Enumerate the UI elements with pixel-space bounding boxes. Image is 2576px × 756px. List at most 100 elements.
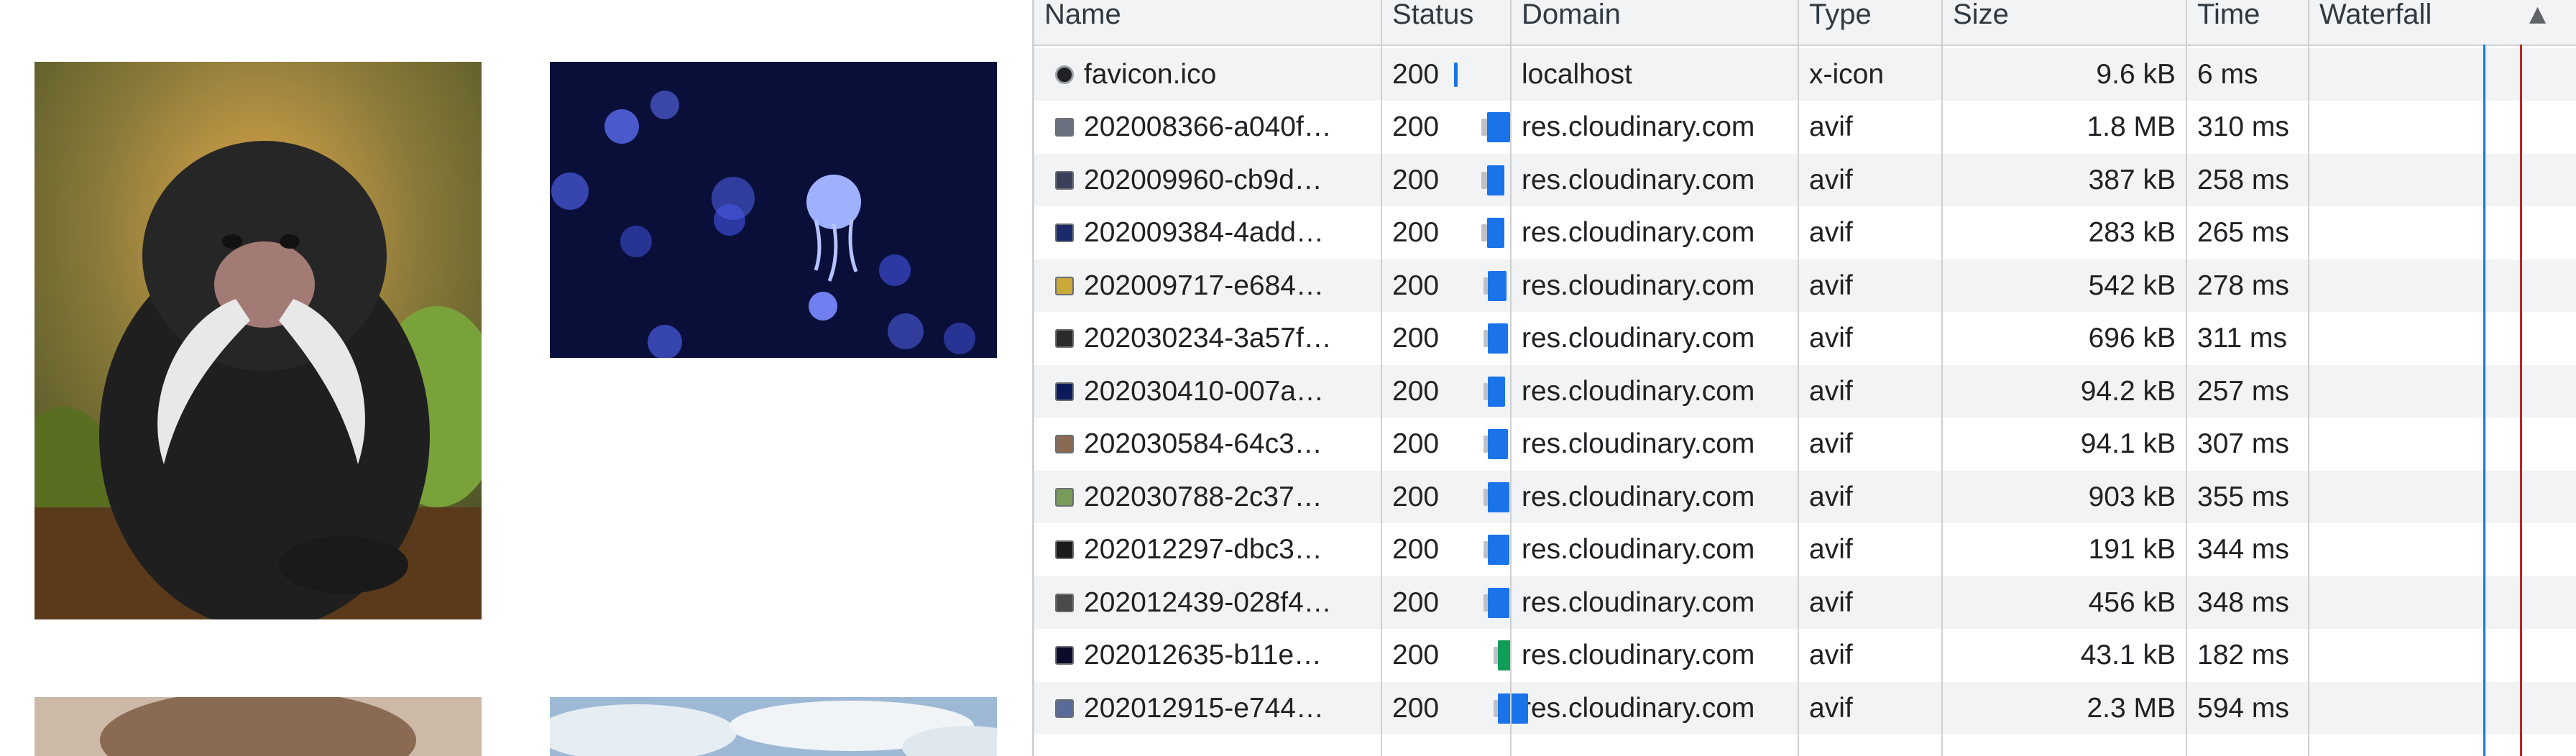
- waterfall-bar[interactable]: [1488, 270, 1506, 301]
- column-header-name[interactable]: Name: [1034, 0, 1381, 33]
- bottom-left-photo[interactable]: [34, 697, 482, 756]
- table-header: Name Status Domain Type Size Time Waterf…: [1034, 0, 2576, 46]
- table-row[interactable]: 202030788-2c37… 200 res.cloudinary.com avif…: [1034, 470, 2576, 523]
- waterfall-bar[interactable]: [1498, 693, 1528, 724]
- cell-time: 311 ms: [2197, 323, 2287, 354]
- cell-name: 202030788-2c37…: [1084, 481, 1322, 512]
- cell-domain: res.cloudinary.com: [1522, 375, 1755, 407]
- cell-size: 387 kB: [2088, 164, 2176, 195]
- waterfall-bar[interactable]: [1498, 640, 1511, 670]
- dom-content-loaded-line: [2483, 45, 2485, 756]
- monkey-photo[interactable]: [34, 62, 482, 619]
- cell-type: avif: [1809, 428, 1853, 459]
- cell-name: 202030234-3a57f…: [1084, 323, 1332, 354]
- table-row[interactable]: 202012439-028f4… 200 res.cloudinary.com avi…: [1034, 576, 2576, 629]
- image-thumbnail-icon: [1055, 276, 1074, 295]
- cell-time: 348 ms: [2197, 586, 2289, 618]
- column-header-type[interactable]: Type: [1799, 0, 1941, 33]
- waterfall-bar[interactable]: [1454, 62, 1458, 87]
- cell-name: 202012915-e744…: [1084, 692, 1324, 724]
- cell-size: 9.6 kB: [2096, 58, 2176, 90]
- image-thumbnail-icon: [1055, 646, 1074, 665]
- column-header-waterfall[interactable]: Waterfall: [2309, 0, 2547, 33]
- table-row[interactable]: 202030584-64c3… 200 res.cloudinary.com avif…: [1034, 418, 2576, 471]
- network-panel: Name Status Domain Type Size Time Waterf…: [1034, 0, 2576, 756]
- waterfall-bar[interactable]: [1487, 165, 1504, 195]
- waterfall-bar[interactable]: [1487, 112, 1510, 142]
- cell-type: avif: [1809, 164, 1853, 195]
- table-row[interactable]: 202009960-cb9d… 200 res.cloudinary.com avif…: [1034, 153, 2576, 206]
- cell-name: 202030410-007a…: [1084, 375, 1324, 407]
- table-row[interactable]: favicon.ico 200 localhost x-icon 9.6 kB 6 ms: [1034, 47, 2576, 101]
- cell-size: 456 kB: [2088, 586, 2176, 618]
- cell-time: 6 ms: [2197, 58, 2258, 90]
- sort-ascending-icon[interactable]: ▲: [2529, 1, 2546, 27]
- cell-type: avif: [1809, 217, 1853, 248]
- cell-type: avif: [1809, 111, 1853, 142]
- cell-type: avif: [1809, 481, 1853, 512]
- cell-type: avif: [1809, 640, 1853, 670]
- waterfall-queue-bar: [1481, 119, 1487, 136]
- waterfall-bar[interactable]: [1488, 429, 1508, 459]
- waterfall-bar[interactable]: [1488, 323, 1508, 354]
- cell-time: 258 ms: [2197, 164, 2289, 195]
- cell-time: 355 ms: [2197, 481, 2289, 512]
- cell-name: 202030584-64c3…: [1084, 428, 1322, 459]
- cell-name: favicon.ico: [1084, 58, 1217, 90]
- column-divider[interactable]: [1510, 0, 1512, 756]
- column-header-size[interactable]: Size: [1943, 0, 2186, 33]
- cell-type: avif: [1809, 692, 1853, 724]
- cell-size: 542 kB: [2088, 269, 2176, 301]
- table-row[interactable]: 202009384-4add… 200 res.cloudinary.com avif…: [1034, 206, 2576, 259]
- table-row[interactable]: 202012915-e744… 200 res.cloudinary.com avif…: [1034, 681, 2576, 734]
- image-thumbnail-icon: [1055, 487, 1074, 507]
- cell-size: 1.8 MB: [2087, 111, 2176, 142]
- cell-time: 265 ms: [2197, 217, 2289, 248]
- cell-domain: res.cloudinary.com: [1522, 269, 1755, 301]
- cell-name: 202009960-cb9d…: [1084, 164, 1322, 195]
- favicon-icon: [1055, 65, 1074, 84]
- table-row[interactable]: 202030234-3a57f… 200 res.cloudinary.com avi…: [1034, 312, 2576, 365]
- column-divider[interactable]: [1798, 0, 1799, 756]
- waterfall-bar[interactable]: [1488, 535, 1509, 565]
- column-header-status[interactable]: Status: [1382, 0, 1510, 33]
- cell-time: 307 ms: [2197, 428, 2289, 459]
- column-header-domain[interactable]: Domain: [1512, 0, 1798, 33]
- column-divider[interactable]: [2308, 0, 2309, 756]
- cell-status: 200: [1392, 640, 1440, 670]
- column-header-time[interactable]: Time: [2187, 0, 2308, 33]
- jellyfish-photo[interactable]: [550, 62, 997, 358]
- cell-domain: res.cloudinary.com: [1522, 111, 1755, 142]
- cell-type: avif: [1809, 323, 1853, 354]
- waterfall-bar[interactable]: [1488, 587, 1509, 618]
- cell-time: 278 ms: [2197, 269, 2289, 301]
- waterfall-bar[interactable]: [1487, 218, 1504, 248]
- table-row[interactable]: 202012297-dbc3… 200 res.cloudinary.com avif…: [1034, 523, 2576, 576]
- image-thumbnail-icon: [1055, 170, 1074, 190]
- cell-size: 283 kB: [2088, 217, 2176, 248]
- image-thumbnail-icon: [1055, 593, 1074, 612]
- cell-name: 202009384-4add…: [1084, 217, 1324, 248]
- sky-photo[interactable]: [550, 697, 997, 756]
- table-row[interactable]: 202030410-007a… 200 res.cloudinary.com avif…: [1034, 364, 2576, 418]
- cell-time: 257 ms: [2197, 375, 2289, 407]
- cell-domain: res.cloudinary.com: [1522, 534, 1755, 565]
- cell-time: 310 ms: [2197, 111, 2289, 142]
- column-divider[interactable]: [1941, 0, 1943, 756]
- image-thumbnail-icon: [1055, 540, 1074, 559]
- waterfall-bar[interactable]: [1488, 376, 1505, 407]
- column-divider[interactable]: [1381, 0, 1382, 756]
- cell-status: 200: [1392, 58, 1440, 90]
- cell-time: 344 ms: [2197, 534, 2289, 565]
- column-divider[interactable]: [2186, 0, 2187, 756]
- cell-size: 43.1 kB: [2080, 640, 2176, 670]
- table-row[interactable]: 202012635-b11e… 200 res.cloudinary.com avif…: [1034, 629, 2576, 682]
- waterfall-queue-bar: [1481, 224, 1487, 241]
- table-row[interactable]: 202008366-a040f… 200 res.cloudinary.com avi…: [1034, 101, 2576, 154]
- table-row[interactable]: 202009717-e684… 200 res.cloudinary.com avif…: [1034, 259, 2576, 312]
- waterfall-bar[interactable]: [1488, 481, 1509, 512]
- cell-type: avif: [1809, 586, 1853, 618]
- image-thumbnail-icon: [1055, 699, 1074, 718]
- load-event-line: [2520, 45, 2522, 756]
- cell-domain: res.cloudinary.com: [1522, 640, 1755, 670]
